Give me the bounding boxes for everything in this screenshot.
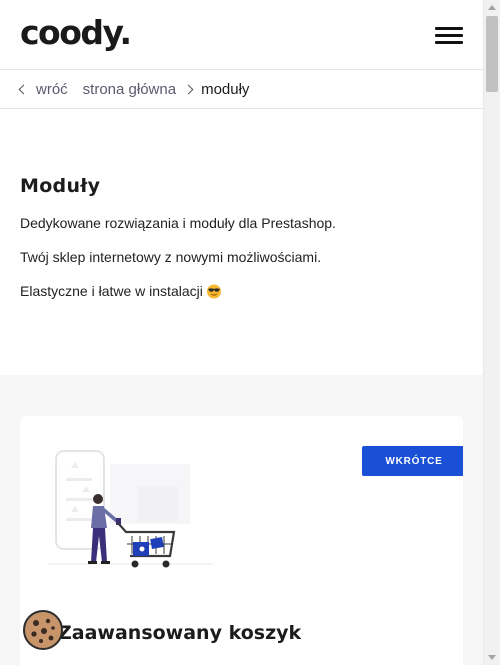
scrollbar-thumb[interactable]: [486, 16, 498, 92]
breadcrumb-home-link[interactable]: strona główna: [83, 81, 176, 98]
scroll-down-arrow-icon[interactable]: [488, 655, 496, 660]
menu-bar: [435, 34, 463, 37]
scroll-up-arrow-icon[interactable]: [488, 5, 496, 10]
menu-bar: [435, 41, 463, 44]
coming-soon-badge[interactable]: WKRÓTCE: [362, 446, 463, 476]
sunglasses-emoji-icon: [206, 284, 221, 299]
shopping-cart-illustration-icon: [48, 450, 213, 568]
vertical-scrollbar[interactable]: [483, 0, 500, 665]
chevron-left-icon: [18, 84, 29, 95]
cookie-icon[interactable]: [22, 609, 64, 651]
intro-paragraph: Elastyczne i łatwe w instalacji: [20, 282, 460, 300]
menu-bar: [435, 27, 463, 30]
chevron-right-icon: [183, 84, 194, 95]
page: coody. wróć strona główna moduły Moduły …: [0, 0, 483, 665]
modules-section: WKRÓTCE Zaawansowany koszyk: [0, 375, 483, 665]
back-link[interactable]: wróć: [18, 80, 68, 98]
logo[interactable]: coody.: [20, 13, 132, 53]
back-label: wróć: [36, 80, 68, 98]
intro-paragraph: Twój sklep internetowy z nowymi możliwoś…: [20, 249, 322, 265]
page-title: Moduły: [20, 175, 101, 197]
intro-section: Moduły Dedykowane rozwiązania i moduły d…: [20, 175, 460, 316]
breadcrumb-current: moduły: [201, 80, 250, 98]
breadcrumb: wróć strona główna moduły: [0, 70, 483, 109]
intro-paragraph: Dedykowane rozwiązania i moduły dla Pres…: [20, 215, 336, 231]
hamburger-menu-icon[interactable]: [433, 24, 465, 48]
module-card[interactable]: WKRÓTCE Zaawansowany koszyk: [20, 416, 463, 665]
site-header: coody.: [0, 0, 483, 70]
module-card-title[interactable]: Zaawansowany koszyk: [58, 622, 301, 644]
intro-paragraph-text: Elastyczne i łatwe w instalacji: [20, 283, 203, 299]
